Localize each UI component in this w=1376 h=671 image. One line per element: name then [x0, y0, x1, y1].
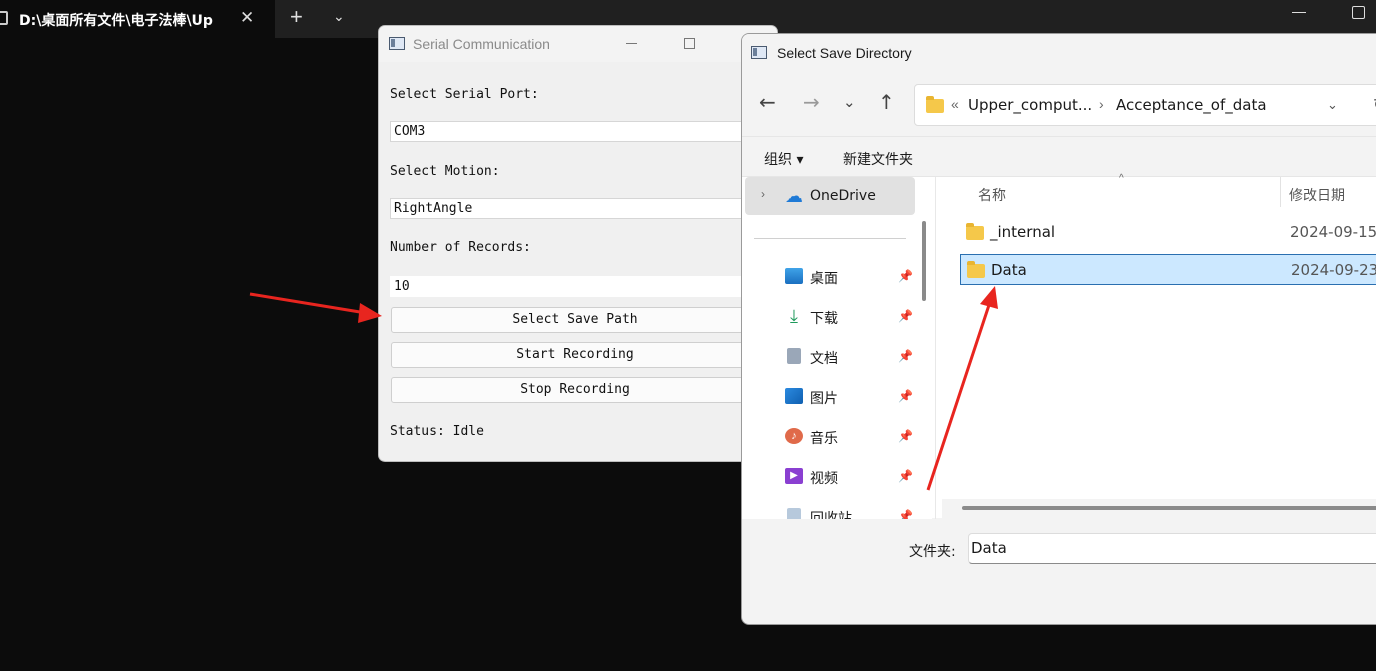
- breadcrumb-current[interactable]: Acceptance_of_data: [1116, 96, 1267, 114]
- nav-item-recycle-bin[interactable]: 回收站 📌: [745, 497, 915, 519]
- pin-icon[interactable]: 📌: [898, 349, 913, 363]
- maximize-icon[interactable]: [684, 38, 695, 49]
- file-row-internal[interactable]: _internal 2024-09-15: [960, 217, 1376, 248]
- chevron-right-icon[interactable]: ›: [761, 187, 765, 201]
- records-label: Number of Records:: [390, 240, 531, 255]
- pictures-icon: [785, 388, 803, 404]
- file-name: Data: [991, 261, 1027, 279]
- up-arrow-icon[interactable]: ↑: [878, 90, 895, 114]
- pane-splitter[interactable]: [935, 177, 936, 519]
- back-arrow-icon[interactable]: ←: [759, 90, 776, 114]
- nav-item-label: 音乐: [810, 431, 838, 447]
- cloud-icon: ☁: [785, 186, 803, 206]
- select-save-directory-dialog: Select Save Directory ← → ⌄ ↑ « Upper_co…: [741, 33, 1376, 625]
- nav-item-label: 文档: [810, 351, 838, 367]
- serial-window-titlebar[interactable]: Serial Communication: [379, 26, 777, 62]
- nav-item-label: 图片: [810, 391, 838, 407]
- music-icon: ♪: [785, 428, 803, 444]
- terminal-tab[interactable]: D:\桌面所有文件\电子法棒\Up ✕: [0, 0, 275, 38]
- folder-icon: [967, 261, 985, 278]
- close-tab-icon[interactable]: ✕: [240, 8, 254, 28]
- folder-label: 文件夹:: [909, 544, 956, 560]
- nav-item-label: 回收站: [810, 511, 852, 519]
- select-save-path-button[interactable]: Select Save Path: [391, 307, 759, 333]
- motion-field[interactable]: RightAngle: [390, 198, 760, 219]
- stop-recording-button[interactable]: Stop Recording: [391, 377, 759, 403]
- nav-item-label: OneDrive: [810, 188, 876, 204]
- folder-input-value: Data: [971, 539, 1007, 557]
- folder-icon: [926, 96, 944, 113]
- pin-icon[interactable]: 📌: [898, 509, 913, 519]
- nav-item-music[interactable]: ♪ 音乐 📌: [745, 417, 915, 455]
- nav-item-label: 桌面: [810, 271, 838, 287]
- terminal-icon: [0, 11, 8, 25]
- file-list: ^ 名称 修改日期 _internal 2024-09-15 Data 2024…: [937, 173, 1376, 519]
- dialog-titlebar[interactable]: Select Save Directory: [742, 34, 1376, 74]
- navigation-row: ← → ⌄ ↑ « Upper_comput... › Acceptance_o…: [742, 84, 1376, 126]
- nav-item-documents[interactable]: 文档 📌: [745, 337, 915, 375]
- dialog-title: Select Save Directory: [777, 45, 912, 61]
- folder-icon: [966, 223, 984, 240]
- nav-scrollbar[interactable]: [922, 221, 926, 301]
- nav-item-label: 视频: [810, 471, 838, 487]
- nav-item-label: 下载: [810, 311, 838, 327]
- folder-input[interactable]: Data: [968, 533, 1376, 564]
- column-header-name[interactable]: 名称: [978, 185, 1006, 205]
- serial-port-field[interactable]: COM3: [390, 121, 760, 142]
- new-tab-icon[interactable]: +: [290, 4, 303, 30]
- organize-button[interactable]: 组织 ▾: [764, 149, 803, 169]
- breadcrumb-parent[interactable]: Upper_comput...: [968, 96, 1092, 114]
- dialog-body: › ☁ OneDrive 桌面 📌 ⤓ 下载 📌 文档 📌 图片 📌 ♪ 音乐 …: [742, 173, 1376, 519]
- address-bar[interactable]: « Upper_comput... › Acceptance_of_data ⌄…: [914, 84, 1376, 126]
- app-window-icon: [751, 46, 767, 59]
- nav-item-desktop[interactable]: 桌面 📌: [745, 257, 915, 295]
- start-recording-button[interactable]: Start Recording: [391, 342, 759, 368]
- serial-communication-window: Serial Communication Select Serial Port:…: [378, 25, 778, 462]
- document-icon: [787, 348, 801, 364]
- maximize-icon[interactable]: [1352, 6, 1365, 19]
- terminal-tab-title: D:\桌面所有文件\电子法棒\Up: [19, 13, 213, 29]
- file-row-data[interactable]: Data 2024-09-23: [960, 254, 1376, 285]
- nav-divider: [754, 238, 906, 239]
- records-field[interactable]: 10: [390, 276, 760, 297]
- nav-item-downloads[interactable]: ⤓ 下载 📌: [745, 297, 915, 335]
- minimize-icon[interactable]: [1292, 12, 1306, 13]
- new-folder-button[interactable]: 新建文件夹: [843, 149, 913, 169]
- app-window-icon: [389, 37, 405, 50]
- arrow-shaft: [249, 292, 367, 315]
- desktop-icon: [785, 268, 803, 284]
- nav-item-videos[interactable]: ▶ 视频 📌: [745, 457, 915, 495]
- recent-locations-chevron-icon[interactable]: ⌄: [843, 93, 856, 111]
- pin-icon[interactable]: 📌: [898, 309, 913, 323]
- video-icon: ▶: [785, 468, 803, 484]
- file-name: _internal: [990, 223, 1056, 241]
- pin-icon[interactable]: 📌: [898, 469, 913, 483]
- chevron-down-icon[interactable]: ⌄: [333, 8, 345, 25]
- nav-item-pictures[interactable]: 图片 📌: [745, 377, 915, 415]
- pin-icon[interactable]: 📌: [898, 389, 913, 403]
- annotation-arrow-to-select-save-path: [249, 292, 382, 323]
- sort-ascending-icon: ^: [1119, 173, 1124, 184]
- motion-label: Select Motion:: [390, 164, 500, 179]
- file-date: 2024-09-15: [1290, 223, 1376, 241]
- breadcrumb-separator: ›: [1099, 96, 1104, 112]
- address-dropdown-icon[interactable]: ⌄: [1327, 97, 1338, 113]
- breadcrumb-overflow[interactable]: «: [951, 96, 959, 112]
- forward-arrow-icon[interactable]: →: [803, 90, 820, 114]
- nav-item-onedrive[interactable]: › ☁ OneDrive: [745, 177, 915, 215]
- column-separator[interactable]: [1280, 177, 1281, 207]
- minimize-icon[interactable]: [626, 43, 637, 44]
- status-text: Status: Idle: [390, 424, 484, 439]
- navigation-pane: › ☁ OneDrive 桌面 📌 ⤓ 下载 📌 文档 📌 图片 📌 ♪ 音乐 …: [742, 177, 932, 519]
- serial-port-label: Select Serial Port:: [390, 87, 539, 102]
- command-bar: 组织 ▾ 新建文件夹: [742, 136, 1376, 176]
- file-date: 2024-09-23: [1291, 261, 1376, 279]
- horizontal-scrollbar[interactable]: [962, 506, 1376, 510]
- pin-icon[interactable]: 📌: [898, 269, 913, 283]
- column-header-modified[interactable]: 修改日期: [1289, 185, 1345, 205]
- download-icon: ⤓: [790, 306, 798, 326]
- recycle-bin-icon: [787, 508, 801, 519]
- serial-window-title: Serial Communication: [413, 36, 550, 52]
- pin-icon[interactable]: 📌: [898, 429, 913, 443]
